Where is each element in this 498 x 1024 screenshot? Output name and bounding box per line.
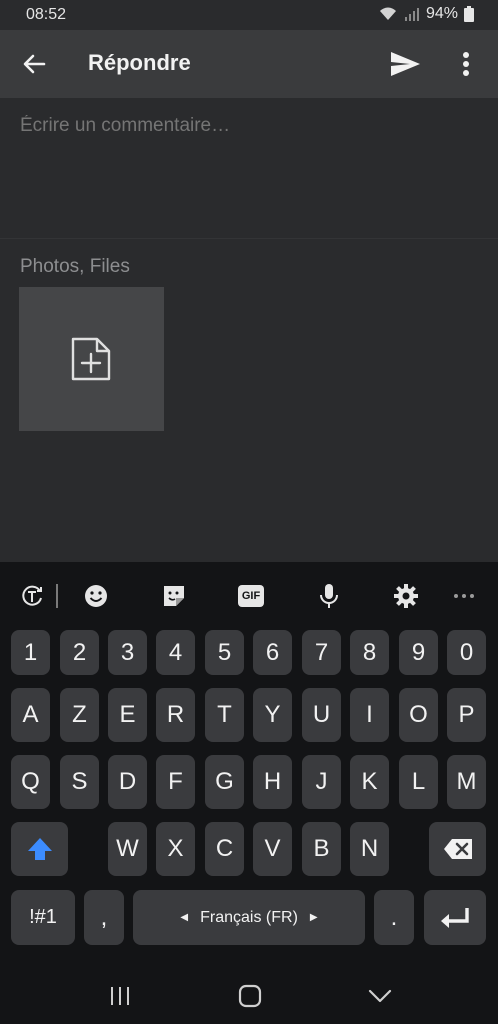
emoji-button[interactable] <box>82 582 110 610</box>
settings-icon <box>394 584 418 608</box>
gif-button[interactable]: GIF <box>237 582 265 610</box>
key-i[interactable]: I <box>350 688 389 742</box>
key-y[interactable]: Y <box>253 688 292 742</box>
key-e[interactable]: E <box>108 688 147 742</box>
sticker-button[interactable] <box>160 582 188 610</box>
key-4[interactable]: 4 <box>156 630 195 675</box>
key-n[interactable]: N <box>350 822 389 876</box>
key-9[interactable]: 9 <box>399 630 438 675</box>
shift-up-icon <box>27 838 52 860</box>
microphone-icon <box>320 584 338 608</box>
symbols-key[interactable]: !#1 <box>11 890 75 945</box>
key-g[interactable]: G <box>205 755 244 809</box>
key-o[interactable]: O <box>399 688 438 742</box>
back-chevron-icon <box>368 989 392 1003</box>
key-f[interactable]: F <box>156 755 195 809</box>
key-5[interactable]: 5 <box>205 630 244 675</box>
key-8[interactable]: 8 <box>350 630 389 675</box>
sticker-icon <box>164 586 184 606</box>
key-d[interactable]: D <box>108 755 147 809</box>
toolbar-separator <box>56 584 58 608</box>
battery-icon <box>464 6 474 22</box>
enter-key[interactable] <box>424 890 486 945</box>
key-u[interactable]: U <box>302 688 341 742</box>
key-r[interactable]: R <box>156 688 195 742</box>
microphone-button[interactable] <box>315 582 343 610</box>
key-3[interactable]: 3 <box>108 630 147 675</box>
language-right-icon: ▶ <box>309 912 318 923</box>
key-6[interactable]: 6 <box>253 630 292 675</box>
emoji-icon <box>85 585 107 607</box>
system-back-button[interactable] <box>366 982 394 1010</box>
key-q[interactable]: Q <box>11 755 50 809</box>
more-options-button[interactable] <box>458 48 474 80</box>
key-c[interactable]: C <box>205 822 244 876</box>
divider <box>0 238 498 239</box>
send-icon <box>391 52 420 76</box>
recent-apps-icon <box>111 987 129 1005</box>
backspace-key[interactable] <box>429 822 486 876</box>
recent-apps-button[interactable] <box>106 982 134 1010</box>
period-key[interactable]: . <box>374 890 414 945</box>
keyboard-toolbar: GIF <box>0 562 498 628</box>
key-2[interactable]: 2 <box>60 630 99 675</box>
attachments-label: Photos, Files <box>20 256 130 277</box>
gif-icon: GIF <box>238 585 264 607</box>
key-k[interactable]: K <box>350 755 389 809</box>
more-tools-button[interactable] <box>450 582 478 610</box>
wifi-icon <box>379 7 396 20</box>
more-vert-icon <box>463 52 469 76</box>
app-bar: Répondre <box>0 30 498 98</box>
send-button[interactable] <box>388 48 422 80</box>
settings-button[interactable] <box>392 582 420 610</box>
key-l[interactable]: L <box>399 755 438 809</box>
page-title: Répondre <box>88 50 191 75</box>
add-file-icon <box>71 337 111 381</box>
home-button[interactable] <box>236 982 264 1010</box>
key-1[interactable]: 1 <box>11 630 50 675</box>
comment-input[interactable] <box>20 115 480 137</box>
key-h[interactable]: H <box>253 755 292 809</box>
shift-key[interactable] <box>11 822 68 876</box>
add-attachment-button[interactable] <box>19 287 164 431</box>
key-w[interactable]: W <box>108 822 147 876</box>
enter-icon <box>441 907 469 928</box>
key-v[interactable]: V <box>253 822 292 876</box>
arrow-left-icon <box>23 54 46 74</box>
key-7[interactable]: 7 <box>302 630 341 675</box>
more-horiz-icon <box>454 594 474 598</box>
battery-percent: 94% <box>425 5 458 22</box>
comma-key[interactable]: , <box>84 890 124 945</box>
space-key[interactable]: ◀ Français (FR) ▶ <box>133 890 365 945</box>
backspace-icon <box>443 839 472 859</box>
signal-icon <box>404 8 419 21</box>
key-p[interactable]: P <box>447 688 486 742</box>
status-time: 08:52 <box>26 6 67 23</box>
status-icons: 94% <box>378 5 474 23</box>
key-a[interactable]: A <box>11 688 50 742</box>
translate-icon <box>22 585 42 606</box>
key-j[interactable]: J <box>302 755 341 809</box>
back-button[interactable] <box>18 48 50 80</box>
key-0[interactable]: 0 <box>447 630 486 675</box>
key-x[interactable]: X <box>156 822 195 876</box>
key-m[interactable]: M <box>447 755 486 809</box>
keyboard: G I F 1 2 3 4 5 6 7 8 9 0 A Z E R T Y U I … <box>0 562 498 966</box>
translate-button[interactable] <box>18 582 46 610</box>
home-icon <box>238 984 262 1008</box>
key-t[interactable]: T <box>205 688 244 742</box>
key-z[interactable]: Z <box>60 688 99 742</box>
key-b[interactable]: B <box>302 822 341 876</box>
navigation-bar <box>0 966 498 1024</box>
key-s[interactable]: S <box>60 755 99 809</box>
space-language-label: Français (FR) <box>200 908 298 926</box>
reply-form: Photos, Files <box>0 98 498 562</box>
status-bar: 08:52 94% <box>0 0 498 30</box>
language-left-icon: ◀ <box>180 912 189 923</box>
